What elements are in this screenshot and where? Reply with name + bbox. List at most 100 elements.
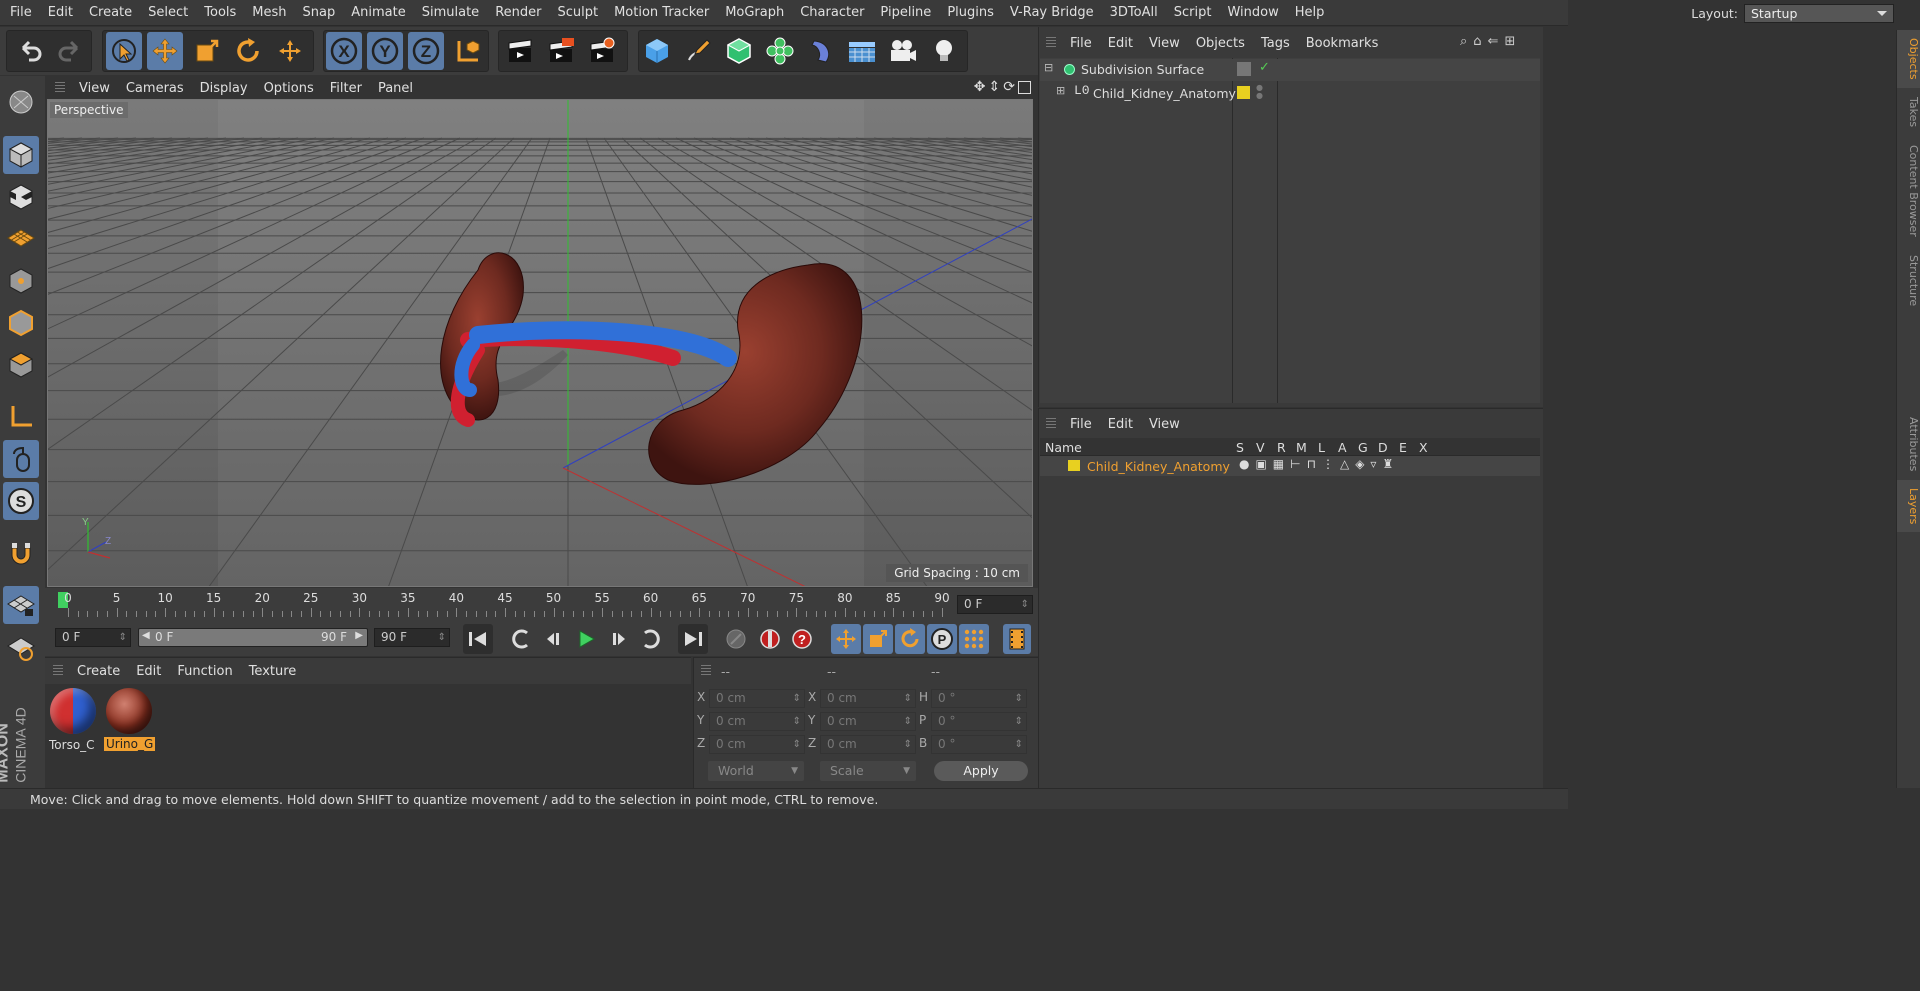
- timeline-window-button[interactable]: [1003, 624, 1031, 654]
- layer-row[interactable]: Child_Kidney_Anatomy ●▣▦⊢⊓⋮△◈▿♜: [1040, 456, 1540, 476]
- objects-menu-edit[interactable]: Edit: [1100, 36, 1141, 51]
- viewport-menu-cameras[interactable]: Cameras: [118, 81, 192, 96]
- position-key-button[interactable]: [831, 624, 861, 654]
- rotation-key-button[interactable]: [895, 624, 925, 654]
- menu-animate[interactable]: Animate: [343, 5, 413, 20]
- column-deformers[interactable]: D: [1378, 440, 1388, 455]
- side-tab-content-browser[interactable]: Content Browser: [1896, 136, 1920, 246]
- coord-value-field[interactable]: 0 cm: [820, 689, 916, 708]
- menu-create[interactable]: Create: [81, 5, 140, 20]
- y-axis-lock-button[interactable]: Y: [367, 32, 403, 70]
- next-frame-button[interactable]: [603, 624, 633, 654]
- viewport-menu-view[interactable]: View: [71, 81, 118, 96]
- objects-menu-objects[interactable]: Objects: [1188, 36, 1253, 51]
- material-menu-create[interactable]: Create: [69, 664, 128, 679]
- objects-menu-view[interactable]: View: [1141, 36, 1188, 51]
- menu-snap[interactable]: Snap: [295, 5, 344, 20]
- menu-simulate[interactable]: Simulate: [414, 5, 487, 20]
- menu-vray-bridge[interactable]: V-Ray Bridge: [1002, 5, 1102, 20]
- column-animation[interactable]: A: [1338, 440, 1347, 455]
- z-axis-lock-button[interactable]: Z: [408, 32, 444, 70]
- material-name[interactable]: Torso_C: [49, 738, 95, 752]
- point-level-key-button[interactable]: [959, 624, 989, 654]
- live-selection-tool[interactable]: [106, 32, 142, 70]
- workplane-mode-button[interactable]: [3, 220, 39, 258]
- tree-item-child-kidney-anatomy[interactable]: ⊞ L0 Child_Kidney_Anatomy ● ●: [1040, 82, 1540, 104]
- range-right-arrow-icon[interactable]: ▶: [355, 630, 363, 641]
- menu-help[interactable]: Help: [1287, 5, 1333, 20]
- scale-tool[interactable]: [189, 32, 225, 70]
- panel-grip[interactable]: [55, 82, 65, 94]
- x-axis-lock-button[interactable]: X: [326, 32, 362, 70]
- workplane-lock-button[interactable]: [3, 586, 39, 624]
- coordinate-mode-dropdown[interactable]: World ▼: [708, 761, 804, 781]
- column-locked[interactable]: L: [1318, 440, 1325, 455]
- layout-dropdown[interactable]: Startup: [1744, 3, 1894, 23]
- snap-button[interactable]: [3, 534, 39, 572]
- column-xref[interactable]: X: [1419, 440, 1428, 455]
- viewport-zoom-icon[interactable]: ⇕: [989, 79, 1001, 95]
- menu-render[interactable]: Render: [487, 5, 549, 20]
- scale-key-button[interactable]: [863, 624, 893, 654]
- redo-button[interactable]: [52, 32, 88, 70]
- scale-mode-dropdown[interactable]: Scale ▼: [820, 761, 916, 781]
- objects-menu-bookmarks[interactable]: Bookmarks: [1298, 36, 1387, 51]
- points-mode-button[interactable]: [3, 262, 39, 300]
- column-name[interactable]: Name: [1045, 440, 1082, 455]
- frame-range-slider[interactable]: ◀ 0 F 90 F ▶: [138, 628, 368, 647]
- go-to-start-button[interactable]: [463, 624, 493, 654]
- menu-plugins[interactable]: Plugins: [939, 5, 1002, 20]
- menu-tools[interactable]: Tools: [196, 5, 244, 20]
- side-tab-objects[interactable]: Objects: [1896, 30, 1920, 88]
- column-generators[interactable]: G: [1358, 440, 1368, 455]
- back-icon[interactable]: ⇐: [1488, 34, 1499, 49]
- add-spline-pen-button[interactable]: [680, 32, 716, 70]
- end-frame-field[interactable]: 90 F: [374, 628, 450, 647]
- coordinate-system-button[interactable]: [450, 32, 486, 70]
- layers-menu-view[interactable]: View: [1141, 417, 1188, 432]
- side-tab-layers[interactable]: Layers: [1896, 480, 1920, 532]
- panel-grip[interactable]: [53, 665, 63, 677]
- texture-mode-button[interactable]: [3, 178, 39, 216]
- menu-mesh[interactable]: Mesh: [244, 5, 294, 20]
- viewport-pan-icon[interactable]: ✥: [974, 79, 986, 95]
- coord-value-field[interactable]: 0 cm: [709, 689, 805, 708]
- apply-button[interactable]: Apply: [934, 761, 1028, 781]
- edges-mode-button[interactable]: [3, 304, 39, 342]
- material-torso[interactable]: Torso_C: [48, 686, 99, 753]
- polygons-mode-button[interactable]: [3, 346, 39, 384]
- object-name[interactable]: Subdivision Surface: [1081, 62, 1204, 77]
- column-view[interactable]: V: [1256, 440, 1265, 455]
- menu-edit[interactable]: Edit: [40, 5, 81, 20]
- coord-value-field[interactable]: 0 °: [931, 712, 1027, 731]
- menu-sculpt[interactable]: Sculpt: [549, 5, 606, 20]
- add-deformer-button[interactable]: [803, 32, 839, 70]
- tree-item-subdivision-surface[interactable]: ⊟ Subdivision Surface ✓: [1040, 59, 1540, 81]
- layer-flags-icons[interactable]: ●▣▦⊢⊓⋮△◈▿♜: [1239, 457, 1399, 471]
- menu-file[interactable]: File: [0, 5, 40, 20]
- undo-button[interactable]: [12, 32, 48, 70]
- record-keys-button[interactable]: [721, 624, 751, 654]
- viewport-menu-options[interactable]: Options: [256, 81, 322, 96]
- layer-color-swatch[interactable]: [1068, 460, 1080, 471]
- coord-value-field[interactable]: 0 cm: [709, 735, 805, 754]
- menu-pipeline[interactable]: Pipeline: [872, 5, 939, 20]
- panel-grip[interactable]: [701, 665, 711, 677]
- move-tool[interactable]: [147, 32, 183, 70]
- previous-key-button[interactable]: [506, 624, 536, 654]
- object-name[interactable]: Child_Kidney_Anatomy: [1093, 86, 1236, 101]
- viewport-menu-panel[interactable]: Panel: [370, 81, 421, 96]
- column-manager[interactable]: M: [1296, 440, 1307, 455]
- coord-value-field[interactable]: 0 cm: [709, 712, 805, 731]
- add-cloner-button[interactable]: [762, 32, 798, 70]
- side-tab-takes[interactable]: Takes: [1896, 88, 1920, 136]
- column-solo[interactable]: S: [1236, 440, 1244, 455]
- collapse-icon[interactable]: ⊟: [1044, 61, 1053, 74]
- coord-value-field[interactable]: 0 °: [931, 689, 1027, 708]
- autokeying-button[interactable]: [755, 624, 785, 654]
- layers-menu-file[interactable]: File: [1062, 417, 1100, 432]
- menu-motion-tracker[interactable]: Motion Tracker: [606, 5, 717, 20]
- home-icon[interactable]: ⌂: [1473, 34, 1481, 49]
- menu-character[interactable]: Character: [792, 5, 872, 20]
- layers-menu-edit[interactable]: Edit: [1100, 417, 1141, 432]
